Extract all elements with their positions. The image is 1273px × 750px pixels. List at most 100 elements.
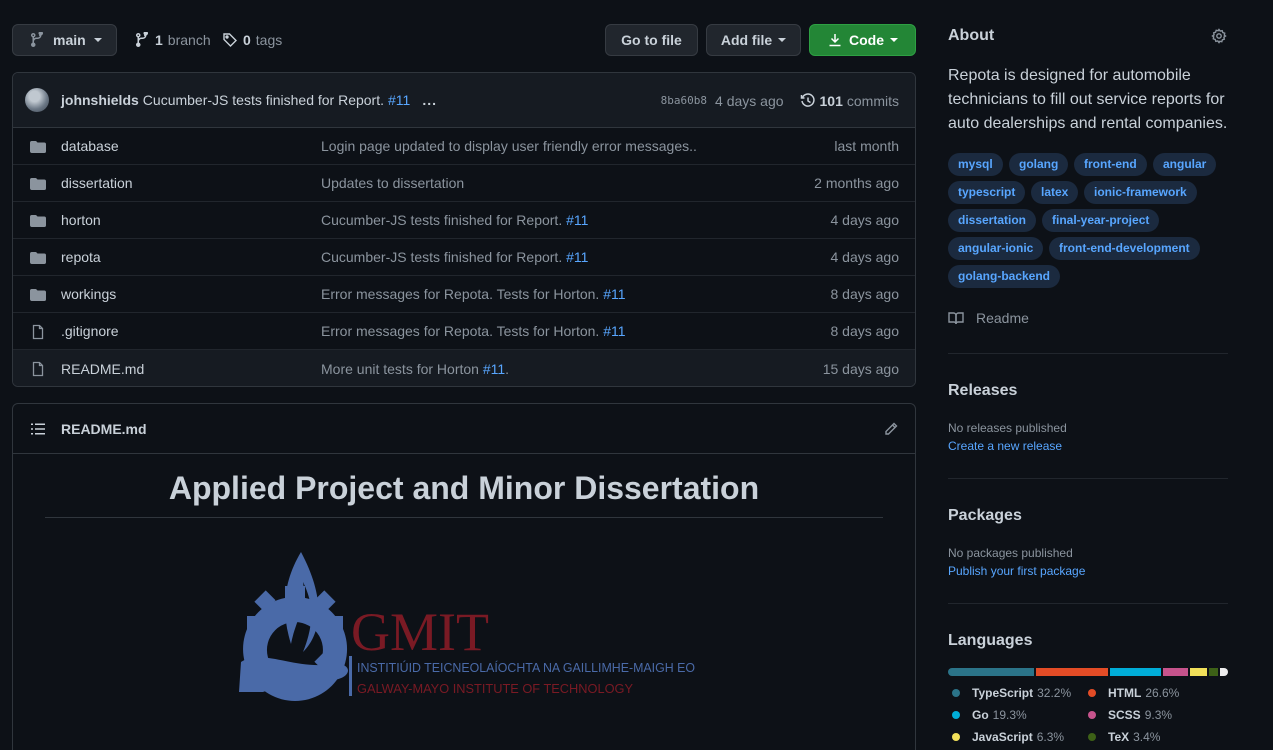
- file-row[interactable]: dissertation Updates to dissertation 2 mon…: [13, 165, 915, 202]
- languages-heading: Languages: [948, 632, 1033, 649]
- list-icon[interactable]: [30, 421, 46, 437]
- topic-tag[interactable]: latex: [1031, 181, 1079, 204]
- branches-link[interactable]: 1 branch: [134, 24, 211, 56]
- file-commit-message: Cucumber-JS tests finished for Report. #…: [321, 212, 588, 228]
- file-list: database Login page updated to display us…: [13, 128, 915, 386]
- language-item[interactable]: SCSS 9.3%: [1088, 708, 1172, 722]
- issue-link[interactable]: #11: [603, 323, 625, 339]
- go-to-file-button[interactable]: Go to file: [605, 24, 698, 56]
- file-row[interactable]: .gitignore Error messages for Repota. Tes…: [13, 313, 915, 350]
- folder-icon: [29, 139, 47, 155]
- code-button[interactable]: Code: [809, 24, 916, 56]
- file-name-link[interactable]: horton: [61, 212, 101, 228]
- language-name: JavaScript: [972, 730, 1033, 744]
- repo-toolbar: main 1 branch 0 tags Go to file Add file…: [12, 24, 916, 56]
- packages-heading[interactable]: Packages: [948, 507, 1022, 525]
- readme-sidebar-link[interactable]: Readme: [948, 310, 1029, 326]
- topic-tag[interactable]: typescript: [948, 181, 1026, 204]
- language-bar[interactable]: [948, 668, 1228, 676]
- about-heading: About: [948, 27, 995, 44]
- language-color-dot: [952, 711, 960, 719]
- releases-heading[interactable]: Releases: [948, 382, 1017, 400]
- language-bar-segment-other: [1220, 668, 1228, 676]
- language-percent: 9.3%: [1144, 708, 1173, 722]
- file-commit-message-link[interactable]: Cucumber-JS tests finished for Report.: [321, 249, 562, 265]
- file-row[interactable]: README.md More unit tests for Horton #11.…: [13, 350, 915, 386]
- commit-message[interactable]: Cucumber-JS tests finished for Report.: [143, 92, 384, 108]
- language-name: TeX: [1108, 730, 1130, 744]
- publish-package-link[interactable]: Publish your first package: [948, 564, 1085, 578]
- file-row[interactable]: horton Cucumber-JS tests finished for Rep…: [13, 202, 915, 239]
- create-release-link[interactable]: Create a new release: [948, 439, 1062, 453]
- tags-label: tags: [255, 32, 283, 48]
- logo-irish-name: INSTITIÚID TEICNEOLAÍOCHTA NA GAILLIMHE-…: [357, 660, 695, 675]
- file-commit-message: Error messages for Repota. Tests for Hor…: [321, 323, 626, 339]
- language-item[interactable]: HTML 26.6%: [1088, 686, 1179, 700]
- topic-tag[interactable]: golang-backend: [948, 265, 1061, 288]
- file-row[interactable]: repota Cucumber-JS tests finished for Rep…: [13, 239, 915, 276]
- file-commit-time: last month: [834, 138, 899, 154]
- tags-link[interactable]: 0 tags: [222, 24, 282, 56]
- book-icon: [948, 312, 964, 325]
- latest-commit-bar: johnshields Cucumber-JS tests finished f…: [13, 73, 915, 128]
- file-commit-message-link[interactable]: Error messages for Repota. Tests for Hor…: [321, 286, 599, 302]
- commits-count: 101: [819, 92, 843, 109]
- commit-time: 4 days ago: [715, 92, 784, 109]
- language-item[interactable]: JavaScript 6.3%: [952, 730, 1064, 744]
- file-commit-time: 8 days ago: [830, 286, 900, 302]
- topic-tag[interactable]: ionic-framework: [1084, 181, 1197, 204]
- file-commit-message-link[interactable]: Login page updated to display user frien…: [321, 138, 697, 154]
- divider: [948, 353, 1228, 354]
- file-name-link[interactable]: dissertation: [61, 175, 133, 191]
- issue-link[interactable]: #11: [603, 286, 625, 302]
- avatar[interactable]: [25, 88, 49, 112]
- language-item[interactable]: TypeScript 32.2%: [952, 686, 1071, 700]
- file-row[interactable]: workings Error messages for Repota. Tests…: [13, 276, 915, 313]
- topic-tag[interactable]: dissertation: [948, 209, 1037, 232]
- issue-link[interactable]: #11: [566, 249, 588, 265]
- commit-author-link[interactable]: johnshields: [61, 92, 139, 108]
- language-item[interactable]: TeX 3.4%: [1088, 730, 1160, 744]
- commits-history-link[interactable]: 101 commits: [800, 93, 899, 109]
- topic-tag[interactable]: mysql: [948, 153, 1003, 176]
- readme-heading: Applied Project and Minor Dissertation: [45, 470, 883, 518]
- language-item[interactable]: Go 19.3%: [952, 708, 1027, 722]
- file-name-link[interactable]: .gitignore: [61, 323, 119, 339]
- packages-note: No packages published: [948, 546, 1073, 560]
- topic-tag[interactable]: front-end: [1074, 153, 1147, 176]
- add-file-button[interactable]: Add file: [706, 24, 801, 56]
- file-browser: johnshields Cucumber-JS tests finished f…: [12, 72, 916, 387]
- branch-select-button[interactable]: main: [12, 24, 117, 56]
- commits-label: commits: [846, 92, 899, 109]
- topic-tag[interactable]: golang: [1009, 153, 1069, 176]
- language-color-dot: [1088, 689, 1096, 697]
- commit-issue-link[interactable]: #11: [388, 92, 410, 108]
- file-icon: [29, 324, 47, 340]
- issue-link[interactable]: #11: [566, 212, 588, 228]
- pencil-icon[interactable]: [883, 421, 899, 437]
- topic-tag[interactable]: front-end-development: [1049, 237, 1200, 260]
- topic-tag[interactable]: angular: [1153, 153, 1217, 176]
- topic-tag[interactable]: angular-ionic: [948, 237, 1044, 260]
- chevron-down-icon: [890, 38, 898, 42]
- file-commit-time: 4 days ago: [830, 212, 900, 228]
- git-branch-icon: [31, 32, 43, 47]
- file-row[interactable]: database Login page updated to display us…: [13, 128, 915, 165]
- file-name-link[interactable]: README.md: [61, 361, 144, 377]
- gear-icon[interactable]: [1211, 28, 1227, 44]
- file-commit-message-link[interactable]: Cucumber-JS tests finished for Report.: [321, 212, 562, 228]
- topic-tag[interactable]: final-year-project: [1042, 209, 1160, 232]
- commit-expand-button[interactable]: ...: [422, 92, 437, 108]
- issue-link[interactable]: #11: [483, 361, 505, 377]
- folder-icon: [29, 213, 47, 229]
- language-name: Go: [972, 708, 989, 722]
- file-name-link[interactable]: database: [61, 138, 119, 154]
- file-name-link[interactable]: workings: [61, 286, 116, 302]
- file-commit-message-link[interactable]: Updates to dissertation: [321, 175, 464, 191]
- file-commit-time: 2 months ago: [814, 175, 899, 191]
- language-name: HTML: [1108, 686, 1142, 700]
- file-commit-message-link[interactable]: Error messages for Repota. Tests for Hor…: [321, 323, 599, 339]
- file-name-link[interactable]: repota: [61, 249, 101, 265]
- commit-sha-link[interactable]: 8ba60b8: [661, 94, 707, 107]
- file-commit-message-link[interactable]: More unit tests for Horton: [321, 361, 479, 377]
